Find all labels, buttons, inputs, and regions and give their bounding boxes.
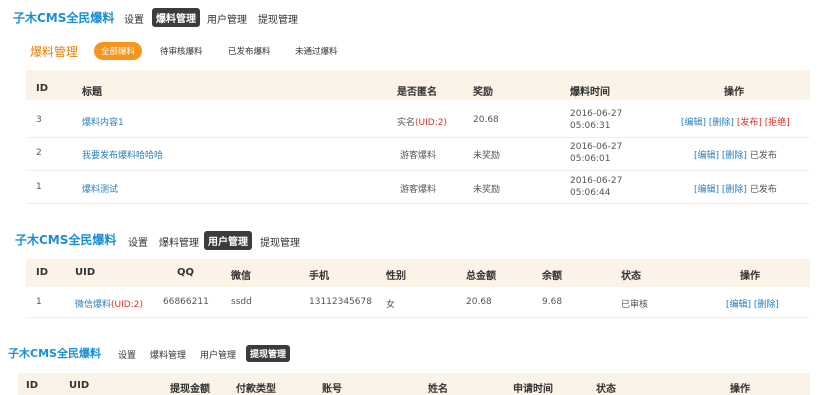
col-status: 状态 [596, 384, 616, 395]
section-title: 爆料管理 [30, 45, 79, 59]
row-actions: [编辑] [删除] 已发布 [694, 182, 777, 195]
edit-button[interactable]: [编辑] [694, 185, 719, 195]
delete-button[interactable]: [删除] [722, 151, 747, 161]
row-anonymous: 游客爆料 [400, 151, 437, 161]
nav-post-management[interactable]: 爆料管理 [152, 8, 200, 27]
row-anonymous: 游客爆料 [400, 185, 437, 195]
col-id: ID [26, 380, 39, 391]
col-uid: UID [69, 380, 90, 391]
row-wechat: ssdd [231, 297, 252, 307]
nav-settings[interactable]: 设置 [114, 346, 140, 363]
row-gender: 女 [386, 300, 396, 310]
col-account: 账号 [322, 384, 342, 395]
row-reward: 20.68 [473, 115, 499, 125]
table-header [18, 373, 810, 395]
table-header [26, 259, 810, 287]
col-title: 标题 [82, 87, 102, 98]
col-anonymous: 是否匿名 [397, 87, 437, 98]
nav-user-management[interactable]: 用户管理 [203, 9, 251, 28]
row-time: 2016-06-27 05:06:01 [570, 142, 623, 164]
row-id: 1 [36, 297, 42, 307]
col-balance: 余额 [542, 271, 562, 282]
delete-button[interactable]: [删除] [709, 118, 734, 128]
status-text: 已发布 [749, 151, 777, 161]
nav-post-management[interactable]: 爆料管理 [146, 346, 190, 363]
col-actions: 操作 [724, 87, 744, 98]
col-phone: 手机 [309, 271, 329, 282]
col-uid: UID [75, 267, 96, 278]
filter-rejected[interactable]: 未通过爆料 [288, 42, 345, 60]
row-reward: 未奖励 [473, 185, 501, 195]
row-title-link[interactable]: 爆料内容1 [82, 115, 124, 128]
col-gender: 性别 [386, 271, 406, 282]
status-text: 已发布 [749, 185, 777, 195]
row-title-link[interactable]: 爆料测试 [82, 182, 118, 195]
delete-button[interactable]: [删除] [754, 300, 779, 310]
row-uid[interactable]: 微信爆料(UID:2) [75, 297, 143, 310]
row-divider [26, 203, 810, 204]
nav-post-management[interactable]: 爆料管理 [155, 232, 203, 251]
brand-title: 子木CMS全民爆料 [8, 347, 101, 360]
row-status: 已审核 [621, 300, 649, 310]
row-qq: 66866211 [163, 297, 209, 307]
nav-withdraw-management[interactable]: 提现管理 [246, 345, 291, 362]
col-wechat: 微信 [231, 271, 251, 282]
col-payment-type: 付款类型 [236, 384, 276, 395]
nav-user-management[interactable]: 用户管理 [196, 346, 240, 363]
col-qq: QQ [177, 267, 195, 278]
col-status: 状态 [621, 271, 641, 282]
row-reward: 未奖励 [473, 151, 501, 161]
col-amount: 提现金额 [170, 384, 210, 395]
reject-button[interactable]: [拒绝] [765, 118, 790, 128]
col-name: 姓名 [428, 384, 448, 395]
row-divider [26, 170, 810, 171]
delete-button[interactable]: [删除] [722, 185, 747, 195]
row-actions: [编辑] [删除] 已发布 [694, 148, 777, 161]
row-id: 3 [36, 115, 42, 125]
row-actions: [编辑] [删除] [726, 297, 779, 310]
col-id: ID [36, 83, 49, 94]
row-divider [26, 317, 810, 318]
nav-user-management[interactable]: 用户管理 [204, 231, 252, 250]
brand-title: 子木CMS全民爆料 [15, 233, 117, 247]
nav-settings[interactable]: 设置 [120, 9, 148, 28]
edit-button[interactable]: [编辑] [694, 151, 719, 161]
row-time: 2016-06-27 05:06:44 [570, 176, 623, 198]
row-title-link[interactable]: 我要发布爆料哈哈哈 [82, 148, 163, 161]
filter-all[interactable]: 全部爆料 [94, 42, 143, 60]
brand-title: 子木CMS全民爆料 [13, 11, 115, 25]
edit-button[interactable]: [编辑] [726, 300, 751, 310]
nav-withdraw-management[interactable]: 提现管理 [256, 232, 304, 251]
nav-withdraw-management[interactable]: 提现管理 [254, 9, 302, 28]
col-apply-time: 申请时间 [513, 384, 553, 395]
nav-settings[interactable]: 设置 [124, 232, 152, 251]
row-time: 2016-06-27 05:06:31 [570, 109, 623, 131]
col-reward: 奖励 [473, 87, 493, 98]
publish-button[interactable]: [发布] [737, 118, 762, 128]
row-id: 1 [36, 182, 42, 192]
col-time: 爆料时间 [570, 87, 610, 98]
row-anonymous: 实名(UID:2) [397, 118, 447, 128]
col-id: ID [36, 267, 49, 278]
col-total: 总金额 [466, 271, 496, 282]
row-balance: 9.68 [542, 297, 563, 307]
filter-pending[interactable]: 待审核爆料 [153, 42, 210, 60]
row-actions: [编辑] [删除] [发布] [拒绝] [681, 115, 790, 128]
row-divider [26, 137, 810, 138]
row-phone: 13112345678 [309, 297, 372, 307]
edit-button[interactable]: [编辑] [681, 118, 706, 128]
col-actions: 操作 [740, 271, 760, 282]
col-actions: 操作 [730, 384, 750, 395]
row-id: 2 [36, 148, 42, 158]
row-total: 20.68 [466, 297, 492, 307]
filter-published[interactable]: 已发布爆料 [221, 42, 278, 60]
